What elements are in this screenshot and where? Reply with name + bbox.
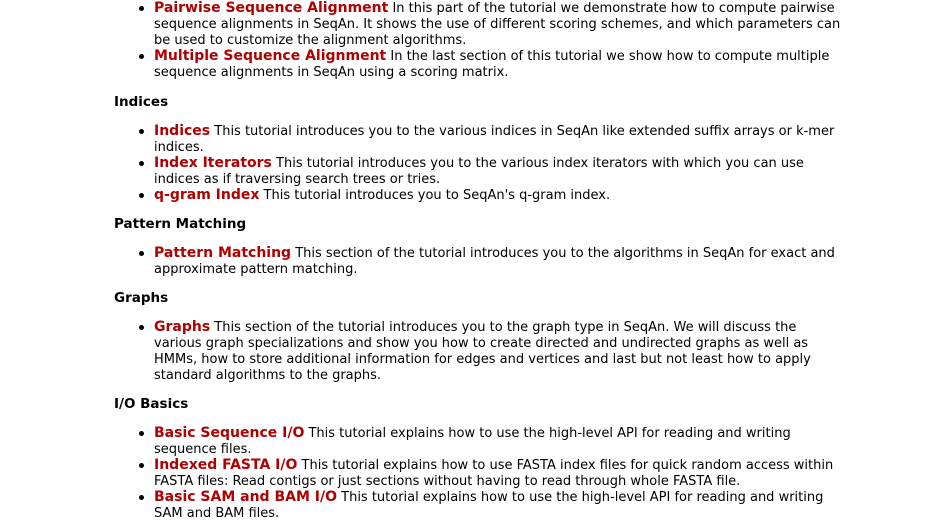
item-description: This section of the tutorial introduces … [154,320,811,383]
list-item-q-gram-index: q-gram Index This tutorial introduces yo… [139,187,844,204]
link-basic-sequence-io[interactable]: Basic Sequence I/O [154,425,304,441]
section-heading-io-basics: I/O Basics [114,396,189,412]
link-index-iterators[interactable]: Index Iterators [154,155,272,171]
bullet-icon [139,251,144,256]
bullet-icon [139,193,144,198]
item-description: This tutorial introduces you to the vari… [154,124,835,155]
list-item-indices: Indices This tutorial introduces you to … [139,123,844,156]
link-indices[interactable]: Indices [154,123,210,139]
bullet-icon [139,325,144,330]
list-item-graphs: Graphs This section of the tutorial intr… [139,319,844,384]
list-item-indexed-fasta-io: Indexed FASTA I/O This tutorial explains… [139,457,844,490]
list-item-index-iterators: Index Iterators This tutorial introduces… [139,155,844,188]
section-heading-indices: Indices [114,94,169,110]
list-item-multiple-sequence-alignment: Multiple Sequence Alignment In the last … [139,48,844,81]
section-heading-graphs: Graphs [114,290,169,306]
list-item-basic-sequence-io: Basic Sequence I/O This tutorial explain… [139,425,844,458]
link-indexed-fasta-io[interactable]: Indexed FASTA I/O [154,457,297,473]
link-multiple-sequence-alignment[interactable]: Multiple Sequence Alignment [154,48,386,64]
link-graphs[interactable]: Graphs [154,319,210,335]
bullet-icon [139,495,144,500]
list-item-basic-sam-bam-io: Basic SAM and BAM I/O This tutorial expl… [139,489,844,522]
list-item-pairwise-sequence-alignment: Pairwise Sequence Alignment In this part… [139,0,844,49]
list-item-pattern-matching: Pattern Matching This section of the tut… [139,245,844,278]
link-pattern-matching[interactable]: Pattern Matching [154,245,291,261]
bullet-icon [139,431,144,436]
section-heading-pattern-matching: Pattern Matching [114,216,247,232]
link-q-gram-index[interactable]: q-gram Index [154,187,259,203]
bullet-icon [139,161,144,166]
bullet-icon [139,6,144,11]
link-pairwise-sequence-alignment[interactable]: Pairwise Sequence Alignment [154,0,388,16]
bullet-icon [139,463,144,468]
link-basic-sam-bam-io[interactable]: Basic SAM and BAM I/O [154,489,337,505]
bullet-icon [139,54,144,59]
bullet-icon [139,129,144,134]
item-description: This tutorial introduces you to SeqAn's … [259,188,611,203]
